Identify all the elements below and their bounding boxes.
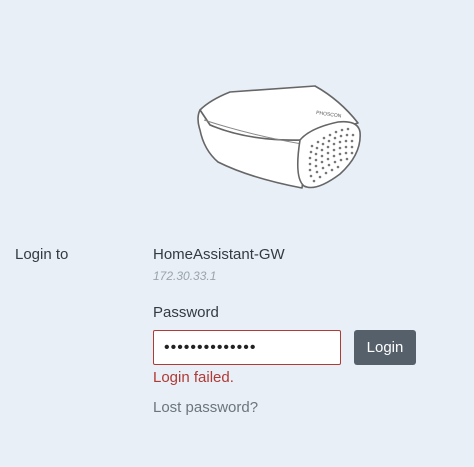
gateway-device-image: PHOSCON: [190, 80, 370, 200]
gateway-ip: 172.30.33.1: [153, 269, 217, 283]
gateway-hostname: HomeAssistant-GW: [153, 246, 285, 263]
login-error-message: Login failed.: [153, 369, 234, 386]
login-to-label: Login to: [15, 246, 69, 263]
router-device-icon: PHOSCON: [197, 85, 361, 189]
password-label: Password: [153, 304, 219, 321]
password-input[interactable]: [153, 330, 341, 365]
lost-password-link[interactable]: Lost password?: [153, 399, 258, 416]
login-button[interactable]: Login: [354, 330, 416, 365]
